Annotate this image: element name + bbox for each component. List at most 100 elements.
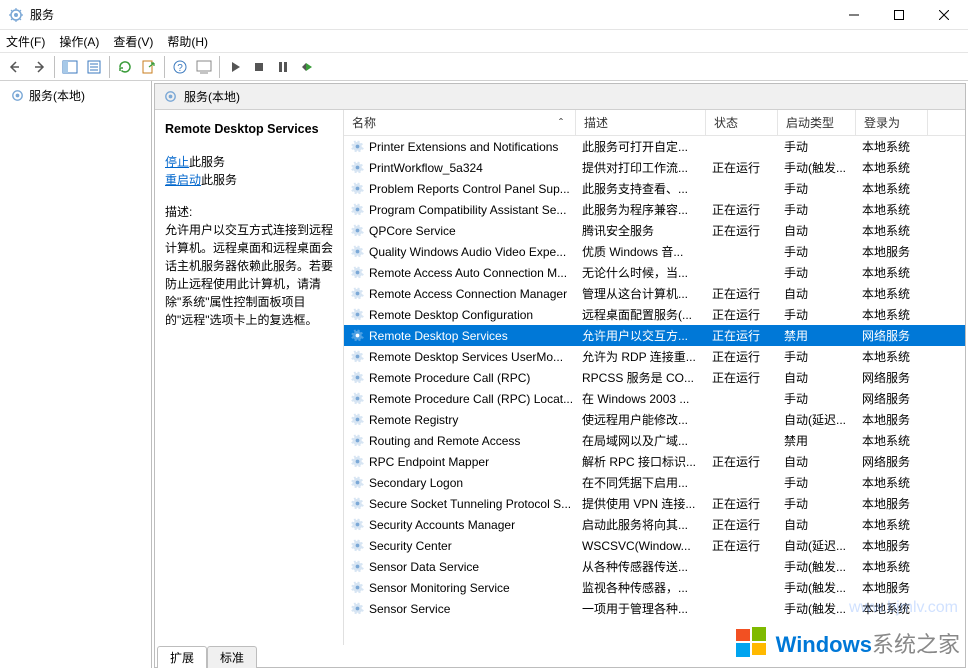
service-row[interactable]: Remote Procedure Call (RPC) Locat...在 Wi…: [344, 388, 965, 409]
cell-logon: 本地系统: [856, 516, 928, 533]
cell-logon: 本地系统: [856, 159, 928, 176]
cell-startup: 禁用: [778, 432, 856, 449]
service-row[interactable]: Sensor Monitoring Service监视各种传感器，...手动(触…: [344, 577, 965, 598]
list-body[interactable]: Printer Extensions and Notifications此服务可…: [344, 136, 965, 645]
tree-root-item[interactable]: 服务(本地): [0, 85, 151, 106]
services-icon: [163, 89, 178, 104]
help-button[interactable]: ?: [169, 56, 191, 78]
cell-status: 正在运行: [706, 222, 778, 239]
export-button[interactable]: [138, 56, 160, 78]
cell-desc: 优质 Windows 音...: [576, 243, 706, 260]
cell-name: Remote Procedure Call (RPC) Locat...: [344, 391, 576, 406]
pause-service-button[interactable]: [272, 56, 294, 78]
cell-status: 正在运行: [706, 537, 778, 554]
service-row[interactable]: RPC Endpoint Mapper解析 RPC 接口标识...正在运行自动网…: [344, 451, 965, 472]
cell-startup: 自动: [778, 369, 856, 386]
service-row[interactable]: Secondary Logon在不同凭据下启用...手动本地系统: [344, 472, 965, 493]
cell-logon: 本地服务: [856, 579, 928, 596]
minimize-button[interactable]: [831, 0, 876, 29]
detail-pane: Remote Desktop Services 停止此服务 重启动此服务 描述:…: [155, 110, 343, 645]
cell-name: PrintWorkflow_5a324: [344, 160, 576, 175]
cell-logon: 本地服务: [856, 243, 928, 260]
menu-help[interactable]: 帮助(H): [167, 33, 208, 50]
service-row[interactable]: Security Accounts Manager启动此服务将向其...正在运行…: [344, 514, 965, 535]
service-row[interactable]: Program Compatibility Assistant Se...此服务…: [344, 199, 965, 220]
service-row[interactable]: Secure Socket Tunneling Protocol S...提供使…: [344, 493, 965, 514]
tab-extended[interactable]: 扩展: [157, 646, 207, 668]
cell-startup: 手动: [778, 390, 856, 407]
cell-name: Remote Registry: [344, 412, 576, 427]
cell-desc: 此服务可打开自定...: [576, 138, 706, 155]
cell-name: Remote Desktop Configuration: [344, 307, 576, 322]
column-description[interactable]: 描述: [576, 110, 706, 135]
column-logon[interactable]: 登录为: [856, 110, 928, 135]
cell-startup: 手动(触发...: [778, 579, 856, 596]
restart-service-link[interactable]: 重启动: [165, 173, 201, 187]
menu-file[interactable]: 文件(F): [6, 33, 45, 50]
cell-startup: 手动: [778, 264, 856, 281]
cell-desc: 在局域网以及广域...: [576, 432, 706, 449]
stop-service-button[interactable]: [248, 56, 270, 78]
menu-action[interactable]: 操作(A): [59, 33, 99, 50]
cell-name: Problem Reports Control Panel Sup...: [344, 181, 576, 196]
stop-service-link[interactable]: 停止: [165, 155, 189, 169]
cell-name: Remote Desktop Services: [344, 328, 576, 343]
cell-logon: 本地系统: [856, 180, 928, 197]
service-row[interactable]: QPCore Service腾讯安全服务正在运行自动本地系统: [344, 220, 965, 241]
service-row[interactable]: Quality Windows Audio Video Expe...优质 Wi…: [344, 241, 965, 262]
tab-standard[interactable]: 标准: [207, 646, 257, 668]
service-list: 名称ˆ 描述 状态 启动类型 登录为 Printer Extensions an…: [343, 110, 965, 645]
service-row[interactable]: Problem Reports Control Panel Sup...此服务支…: [344, 178, 965, 199]
close-button[interactable]: [921, 0, 966, 29]
column-status[interactable]: 状态: [706, 110, 778, 135]
cell-desc: 使远程用户能修改...: [576, 411, 706, 428]
properties-button[interactable]: [83, 56, 105, 78]
cell-status: 正在运行: [706, 201, 778, 218]
service-row[interactable]: Remote Desktop Configuration远程桌面配置服务(...…: [344, 304, 965, 325]
service-row[interactable]: Remote Registry使远程用户能修改...自动(延迟...本地服务: [344, 409, 965, 430]
cell-logon: 本地系统: [856, 558, 928, 575]
cell-name: RPC Endpoint Mapper: [344, 454, 576, 469]
service-row[interactable]: Security CenterWSCSVC(Window...正在运行自动(延迟…: [344, 535, 965, 556]
toolbar-separator: [219, 56, 220, 78]
service-row[interactable]: PrintWorkflow_5a324提供对打印工作流...正在运行手动(触发.…: [344, 157, 965, 178]
watermark-url: www.bjmlv.com: [849, 599, 958, 617]
menu-view[interactable]: 查看(V): [113, 33, 153, 50]
service-row[interactable]: Remote Access Auto Connection M...无论什么时候…: [344, 262, 965, 283]
service-row[interactable]: Remote Desktop Services允许用户以交互方...正在运行禁用…: [344, 325, 965, 346]
cell-desc: 允许用户以交互方...: [576, 327, 706, 344]
cell-desc: 允许为 RDP 连接重...: [576, 348, 706, 365]
cell-startup: 手动(触发...: [778, 558, 856, 575]
cell-status: 正在运行: [706, 348, 778, 365]
back-button[interactable]: [4, 56, 26, 78]
service-row[interactable]: Remote Access Connection Manager管理从这台计算机…: [344, 283, 965, 304]
cell-status: 正在运行: [706, 453, 778, 470]
service-row[interactable]: Routing and Remote Access在局域网以及广域...禁用本地…: [344, 430, 965, 451]
forward-button[interactable]: [28, 56, 50, 78]
cell-name: Sensor Service: [344, 601, 576, 616]
service-row[interactable]: Remote Procedure Call (RPC)RPCSS 服务是 CO.…: [344, 367, 965, 388]
service-row[interactable]: Remote Desktop Services UserMo...允许为 RDP…: [344, 346, 965, 367]
cell-startup: 禁用: [778, 327, 856, 344]
cell-startup: 自动: [778, 285, 856, 302]
cell-logon: 网络服务: [856, 369, 928, 386]
column-startup[interactable]: 启动类型: [778, 110, 856, 135]
maximize-button[interactable]: [876, 0, 921, 29]
show-hide-tree-button[interactable]: [59, 56, 81, 78]
services-icon: [10, 88, 25, 103]
service-row[interactable]: Printer Extensions and Notifications此服务可…: [344, 136, 965, 157]
refresh-button[interactable]: [114, 56, 136, 78]
cell-name: Printer Extensions and Notifications: [344, 139, 576, 154]
start-service-button[interactable]: [224, 56, 246, 78]
cell-desc: 监视各种传感器，...: [576, 579, 706, 596]
cell-status: 正在运行: [706, 327, 778, 344]
restart-service-button[interactable]: [296, 56, 318, 78]
toolbar: ?: [0, 52, 968, 81]
cell-desc: 此服务支持查看、...: [576, 180, 706, 197]
connect-button[interactable]: [193, 56, 215, 78]
column-name[interactable]: 名称ˆ: [344, 110, 576, 135]
service-row[interactable]: Sensor Data Service从各种传感器传送...手动(触发...本地…: [344, 556, 965, 577]
cell-startup: 手动: [778, 201, 856, 218]
cell-logon: 本地服务: [856, 411, 928, 428]
cell-startup: 手动(触发...: [778, 159, 856, 176]
